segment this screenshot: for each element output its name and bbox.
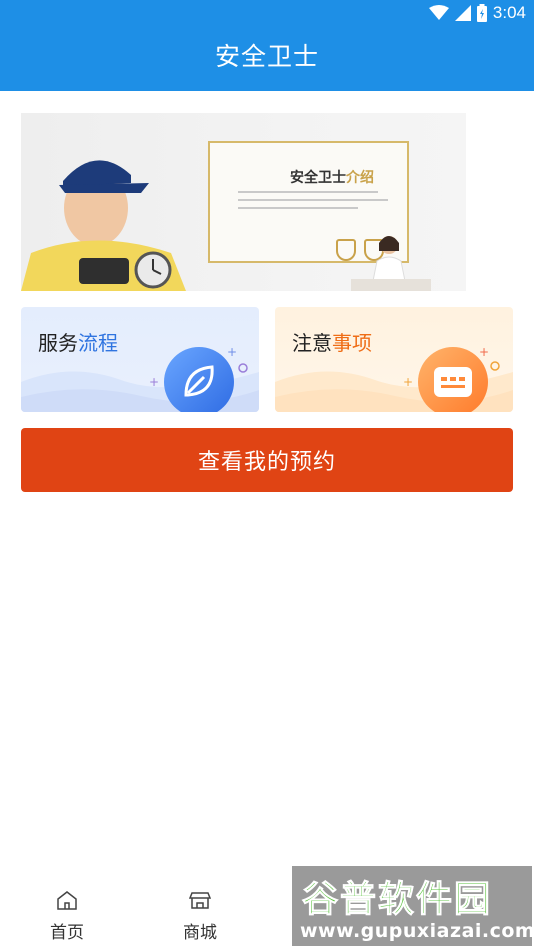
technician-illustration — [21, 160, 186, 291]
nav-label-home: 首页 — [50, 923, 84, 943]
leaf-icon — [164, 347, 234, 412]
plus-decoration: + — [227, 345, 238, 359]
intro-banner[interactable]: 安全卫士介绍 — [21, 113, 466, 291]
woman-illustration — [351, 236, 431, 291]
nav-item-home[interactable]: 首页 — [22, 890, 112, 943]
home-icon — [57, 891, 77, 910]
watermark: 谷普软件园 www.gupuxiazai.com — [292, 866, 534, 946]
page-title: 安全卫士 — [214, 42, 319, 71]
message-icon — [418, 347, 488, 412]
plus-decoration: + — [403, 375, 414, 389]
circle-decoration — [238, 363, 248, 373]
circle-decoration — [490, 361, 500, 371]
status-time: 3:04 — [492, 3, 526, 22]
wifi-icon — [428, 5, 449, 20]
watermark-title: 谷普软件园 — [301, 879, 493, 921]
battery-icon — [476, 4, 487, 22]
status-bar: 3:04 — [0, 0, 534, 26]
view-reservations-button[interactable]: 查看我的预约 — [21, 428, 513, 492]
signal-icon — [454, 5, 471, 21]
store-icon — [188, 892, 212, 909]
nav-label-store: 商城 — [183, 923, 217, 943]
banner-title: 安全卫士介绍 — [290, 170, 374, 186]
service-process-card[interactable]: 服务流程 + + — [21, 307, 259, 412]
plus-decoration: + — [149, 375, 160, 389]
plus-decoration: + — [479, 345, 490, 359]
banner-text-lines — [238, 191, 388, 215]
status-icons: 3:04 — [428, 3, 526, 23]
notice-card[interactable]: 注意事项 + + — [275, 307, 513, 412]
top-bar: 3:04 安全卫士 — [0, 0, 534, 91]
watermark-url: www.gupuxiazai.com — [300, 920, 534, 942]
nav-item-store[interactable]: 商城 — [155, 890, 245, 943]
